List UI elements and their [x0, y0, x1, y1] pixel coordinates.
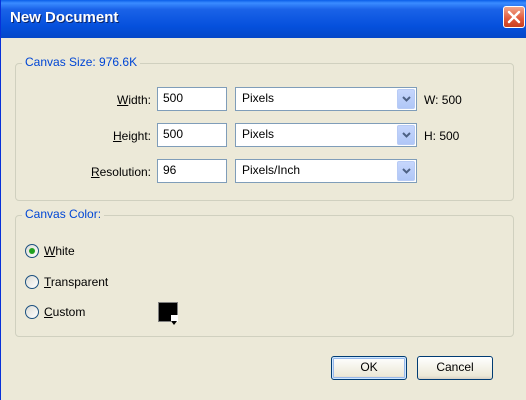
height-unit-value: Pixels [242, 127, 275, 141]
chevron-down-icon [402, 96, 411, 102]
height-dimension-readout: H: 500 [424, 129, 460, 143]
radio-button-custom[interactable] [25, 305, 39, 319]
chevron-down-icon [402, 168, 411, 174]
width-unit-value: Pixels [242, 91, 275, 105]
swatch-dropdown-indicator [171, 315, 178, 325]
canvas-color-legend: Canvas Color: [22, 207, 105, 221]
radio-custom-label: Custom [44, 305, 86, 319]
dialog-title: New Document [10, 9, 119, 26]
height-unit-dropdown-button[interactable] [397, 125, 415, 145]
new-document-dialog: New Document Canvas Size: 976.6K Width: … [0, 0, 526, 400]
resolution-unit-value: Pixels/Inch [242, 163, 301, 177]
resolution-unit-select[interactable]: Pixels/Inch [235, 159, 417, 183]
radio-button-white[interactable] [25, 244, 39, 258]
cancel-button[interactable]: Cancel [417, 356, 493, 380]
width-dimension-readout: W: 500 [424, 93, 462, 107]
width-input[interactable]: 500 [157, 87, 227, 111]
height-label: Height: [112, 129, 151, 143]
resolution-label: Resolution: [90, 165, 151, 179]
radio-button-transparent[interactable] [25, 275, 39, 289]
height-unit-select[interactable]: Pixels [235, 123, 417, 147]
radio-transparent-label: Transparent [44, 275, 109, 289]
width-unit-dropdown-button[interactable] [397, 89, 415, 109]
height-input[interactable]: 500 [157, 123, 227, 147]
width-unit-select[interactable]: Pixels [235, 87, 417, 111]
close-icon [507, 10, 521, 24]
radio-custom[interactable]: Custom [25, 304, 145, 322]
dialog-content: Canvas Size: 976.6K Width: 500 Pixels W:… [1, 38, 526, 400]
chevron-down-icon [171, 321, 177, 325]
ok-button[interactable]: OK [331, 356, 407, 380]
radio-selected-dot [29, 248, 35, 254]
close-button[interactable] [503, 6, 525, 28]
chevron-down-icon [402, 132, 411, 138]
custom-color-swatch[interactable] [158, 302, 178, 325]
resolution-unit-dropdown-button[interactable] [397, 161, 415, 181]
resolution-input[interactable]: 96 [157, 159, 227, 183]
width-label: Width: [116, 93, 151, 107]
radio-white-label: White [44, 244, 75, 258]
canvas-size-legend: Canvas Size: 976.6K [22, 55, 141, 69]
radio-white[interactable]: White [25, 243, 145, 261]
radio-transparent[interactable]: Transparent [25, 274, 165, 292]
title-bar[interactable]: New Document [1, 0, 526, 38]
